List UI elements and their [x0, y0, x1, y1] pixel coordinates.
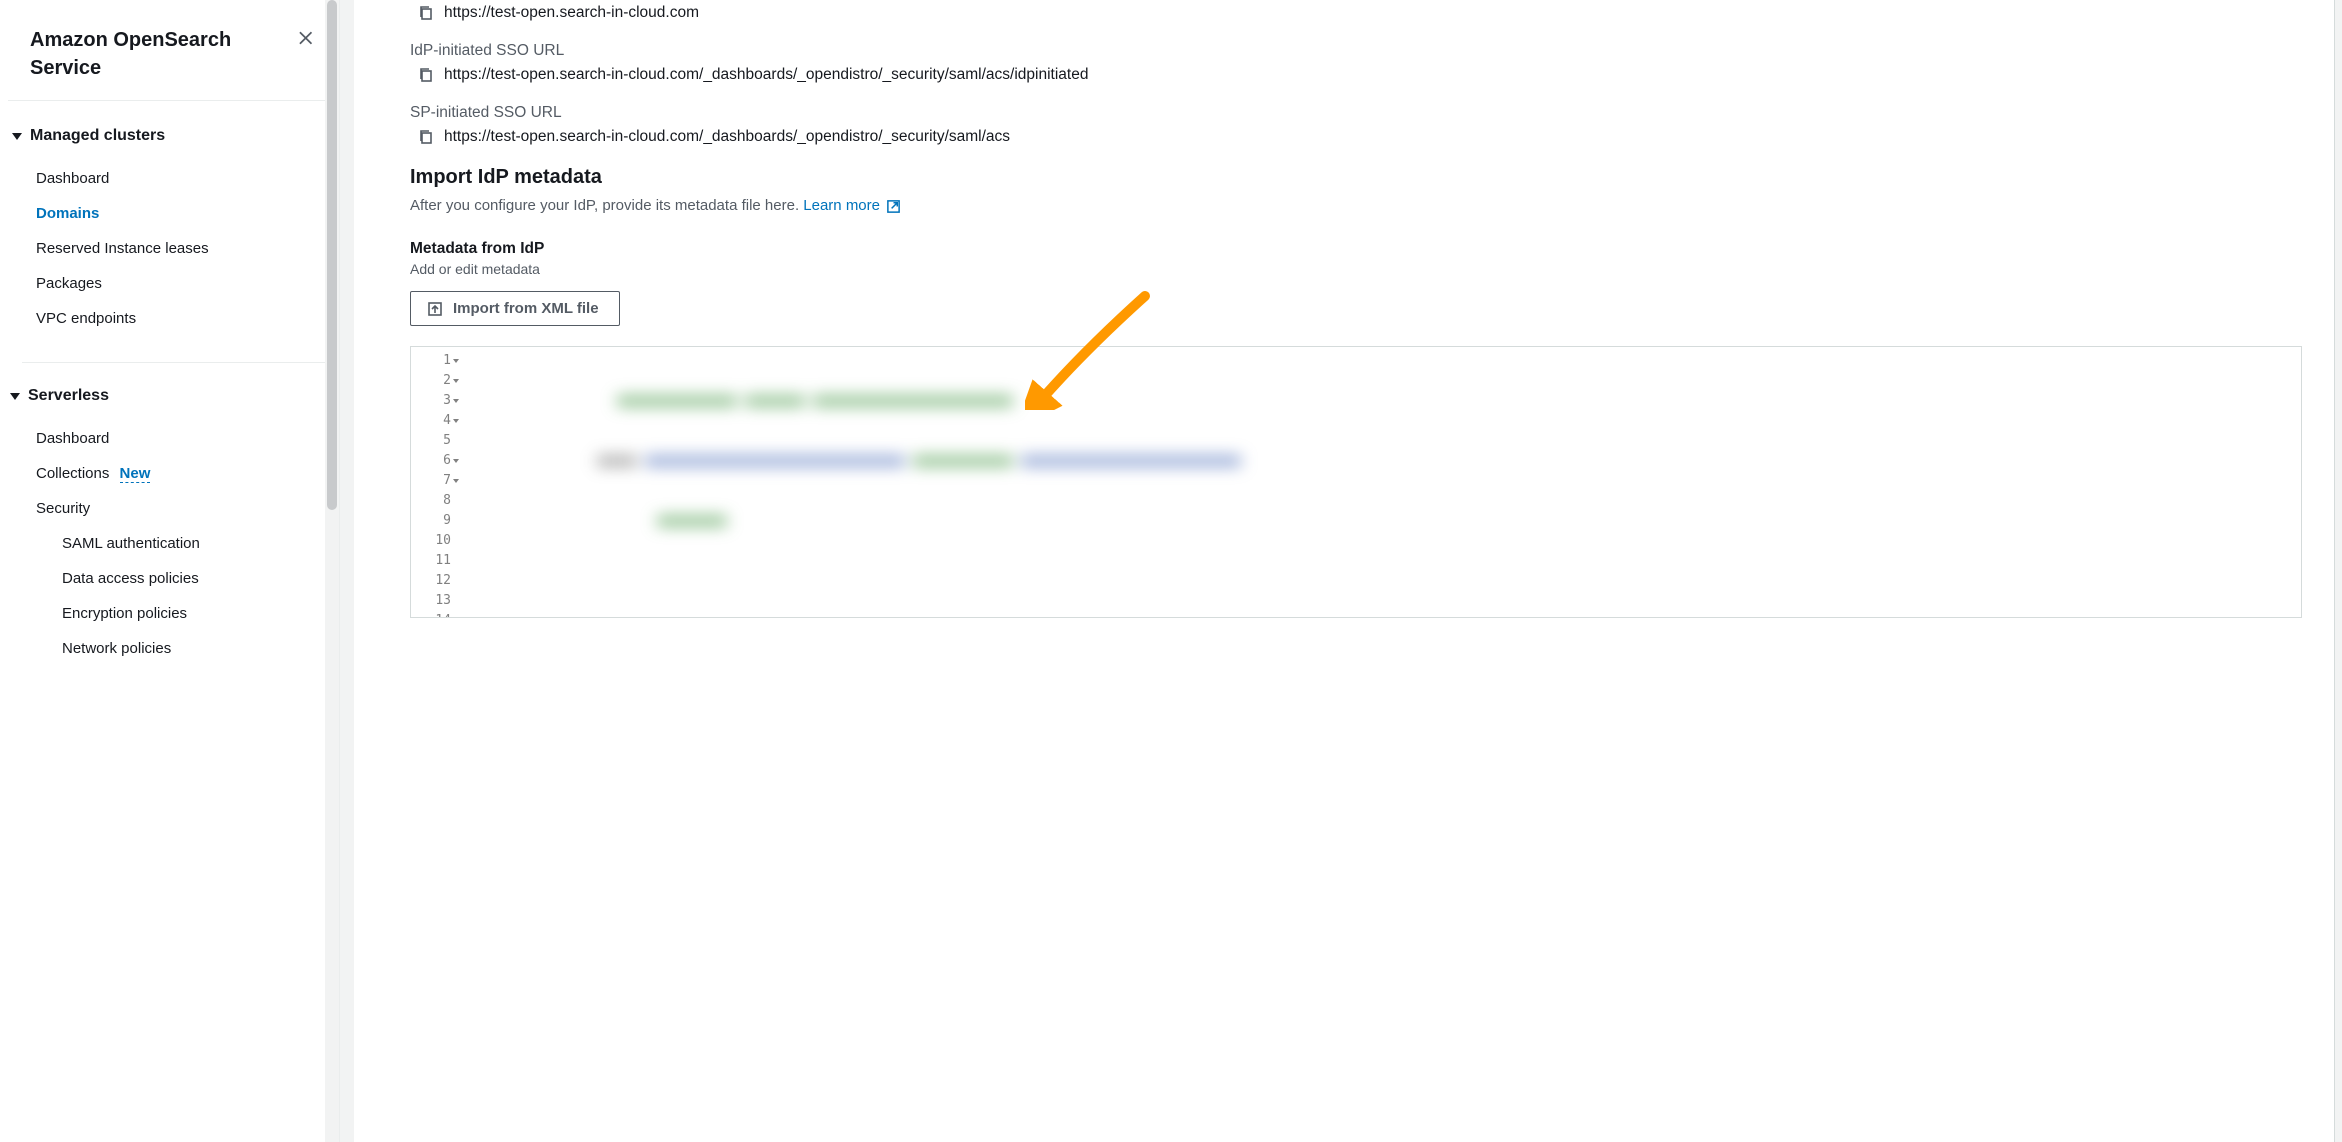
gutter-line: 4 — [411, 411, 463, 431]
sidebar-item-label: Collections — [36, 465, 109, 482]
caret-down-icon — [10, 393, 20, 400]
import-button-label: Import from XML file — [453, 300, 599, 317]
url-row-domain: https://test-open.search-in-cloud.com — [418, 4, 2302, 22]
sidebar-item-data-access-policies[interactable]: Data access policies — [62, 561, 313, 596]
gutter-line: 3 — [411, 391, 463, 411]
nav-section-header-serverless[interactable]: Serverless — [12, 387, 313, 405]
xml-metadata-editor[interactable]: 1234567891011121314 — [410, 346, 2302, 618]
nav-section-managed-clusters: Managed clusters Dashboard Domains Reser… — [8, 121, 331, 350]
gutter-line: 8 — [411, 491, 463, 511]
gutter-line: 1 — [411, 351, 463, 371]
sidebar-item-encryption-policies[interactable]: Encryption policies — [62, 596, 313, 631]
main-content: https://test-open.search-in-cloud.com Id… — [354, 0, 2342, 1142]
copy-icon[interactable] — [418, 129, 434, 145]
field-label-idp-sso: IdP-initiated SSO URL — [410, 42, 2302, 60]
external-link-icon — [886, 199, 901, 214]
gutter-line: 6 — [411, 451, 463, 471]
sidebar-item-serverless-dashboard[interactable]: Dashboard — [36, 421, 313, 456]
blurred-code-content — [467, 347, 2301, 617]
nav-section-header-managed-clusters[interactable]: Managed clusters — [14, 127, 313, 145]
nav-section-label: Serverless — [28, 387, 109, 405]
gutter-line: 14 — [411, 611, 463, 618]
sidebar-item-network-policies[interactable]: Network policies — [62, 631, 313, 666]
new-badge: New — [120, 465, 151, 483]
url-row-idp-sso: https://test-open.search-in-cloud.com/_d… — [418, 66, 2302, 84]
fold-caret-icon[interactable] — [453, 479, 459, 483]
gutter-line: 2 — [411, 371, 463, 391]
copy-icon[interactable] — [418, 5, 434, 21]
import-idp-description: After you configure your IdP, provide it… — [410, 197, 2302, 214]
gutter-line: 9 — [411, 511, 463, 531]
sidebar-item-dashboard[interactable]: Dashboard — [36, 161, 313, 196]
learn-more-link[interactable]: Learn more — [803, 197, 901, 214]
gutter-line: 13 — [411, 591, 463, 611]
sidebar-header: Amazon OpenSearch Service — [8, 18, 331, 101]
sidebar-item-collections[interactable]: Collections New — [36, 456, 313, 491]
sidebar: Amazon OpenSearch Service Managed cluste… — [0, 0, 340, 1142]
gutter-line: 5 — [411, 431, 463, 451]
code-editor-content[interactable] — [467, 347, 2301, 617]
gutter-line: 10 — [411, 531, 463, 551]
url-row-sp-sso: https://test-open.search-in-cloud.com/_d… — [418, 128, 2302, 146]
main-right-scrollbar[interactable] — [2334, 0, 2342, 1142]
code-editor-gutter: 1234567891011121314 — [411, 347, 467, 617]
sidebar-item-packages[interactable]: Packages — [36, 266, 313, 301]
sidebar-item-saml-authentication[interactable]: SAML authentication — [62, 526, 313, 561]
close-icon[interactable] — [298, 30, 313, 46]
upload-icon — [427, 301, 443, 317]
fold-caret-icon[interactable] — [453, 379, 459, 383]
import-from-xml-button[interactable]: Import from XML file — [410, 291, 620, 326]
sidebar-scrollbar[interactable] — [325, 0, 339, 1142]
nav-section-serverless: Serverless Dashboard Collections New Sec… — [22, 362, 331, 680]
gutter-line: 7 — [411, 471, 463, 491]
main-scrollbar[interactable] — [340, 0, 354, 1142]
url-value: https://test-open.search-in-cloud.com/_d… — [444, 66, 1088, 84]
import-idp-heading: Import IdP metadata — [410, 166, 2302, 189]
sidebar-item-reserved-instance-leases[interactable]: Reserved Instance leases — [36, 231, 313, 266]
field-label-sp-sso: SP-initiated SSO URL — [410, 104, 2302, 122]
gutter-line: 12 — [411, 571, 463, 591]
nav-section-label: Managed clusters — [30, 127, 165, 145]
fold-caret-icon[interactable] — [453, 459, 459, 463]
sidebar-item-vpc-endpoints[interactable]: VPC endpoints — [36, 301, 313, 336]
gutter-line: 11 — [411, 551, 463, 571]
service-title: Amazon OpenSearch Service — [30, 26, 298, 82]
metadata-from-idp-desc: Add or edit metadata — [410, 261, 2302, 277]
sidebar-item-security[interactable]: Security — [36, 491, 313, 526]
url-value: https://test-open.search-in-cloud.com/_d… — [444, 128, 1010, 146]
url-value: https://test-open.search-in-cloud.com — [444, 4, 699, 22]
sidebar-scrollbar-thumb[interactable] — [327, 0, 337, 510]
sidebar-item-domains[interactable]: Domains — [36, 196, 313, 231]
fold-caret-icon[interactable] — [453, 419, 459, 423]
copy-icon[interactable] — [418, 67, 434, 83]
fold-caret-icon[interactable] — [453, 359, 459, 363]
metadata-from-idp-label: Metadata from IdP — [410, 240, 2302, 258]
caret-down-icon — [12, 133, 22, 140]
main-wrapper: https://test-open.search-in-cloud.com Id… — [340, 0, 2342, 1142]
fold-caret-icon[interactable] — [453, 399, 459, 403]
